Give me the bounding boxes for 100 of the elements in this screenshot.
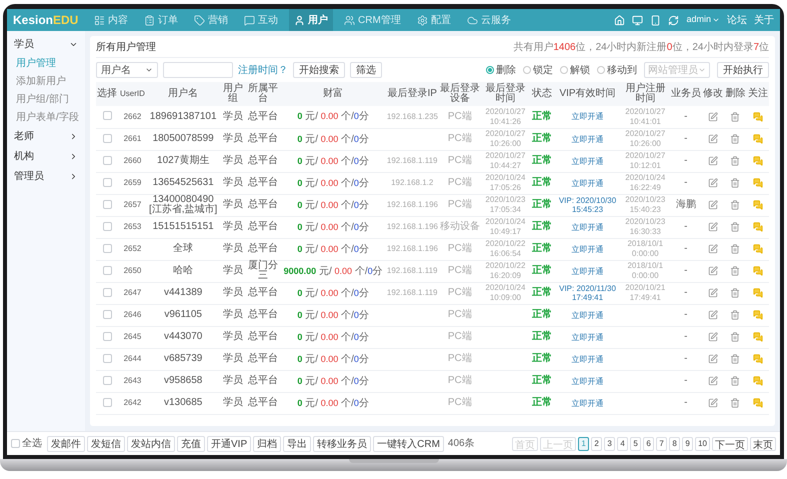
select-all-checkbox[interactable] — [11, 439, 20, 448]
top-link[interactable]: 关于 — [754, 12, 774, 28]
row-checkbox[interactable] — [102, 288, 112, 296]
vip-link[interactable]: 立即开通 — [555, 244, 620, 254]
vip-link[interactable]: 立即开通 — [555, 134, 620, 144]
row-checkbox[interactable] — [102, 178, 112, 186]
vip-link[interactable]: 立即开通 — [555, 112, 620, 122]
monitor-icon[interactable] — [632, 14, 644, 26]
date-filter-link[interactable]: 注册时间？ — [238, 62, 288, 78]
radio-button[interactable] — [597, 66, 605, 74]
nav-item[interactable]: 订单 — [139, 9, 183, 31]
page-button[interactable]: 末页 — [750, 436, 776, 450]
nav-item[interactable]: 互动 — [239, 9, 283, 31]
vip-link[interactable]: 立即开通 — [555, 332, 620, 342]
chat-icon[interactable] — [752, 376, 763, 386]
vip-link[interactable]: 立即开通 — [555, 310, 620, 320]
row-checkbox[interactable] — [102, 156, 112, 164]
edit-icon[interactable] — [708, 310, 718, 320]
edit-icon[interactable] — [708, 398, 718, 408]
edit-icon[interactable] — [708, 288, 718, 298]
sidebar-group[interactable]: 学员 — [7, 34, 85, 54]
execute-button[interactable]: 开始执行 — [717, 62, 769, 78]
delete-icon[interactable] — [730, 398, 740, 408]
row-checkbox[interactable] — [102, 266, 112, 274]
chat-icon[interactable] — [752, 354, 763, 364]
delete-icon[interactable] — [730, 376, 740, 386]
user-menu[interactable]: admin — [686, 13, 720, 27]
delete-icon[interactable] — [730, 288, 740, 298]
field-select[interactable]: 用户名 — [96, 62, 158, 78]
chat-icon[interactable] — [752, 244, 763, 254]
edit-icon[interactable] — [708, 266, 718, 276]
sidebar-group[interactable]: 机构 — [7, 146, 85, 166]
action-button[interactable]: 发站内信 — [127, 436, 175, 452]
chat-icon[interactable] — [752, 200, 763, 210]
sidebar-item[interactable]: 添加新用户 — [7, 72, 85, 90]
edit-icon[interactable] — [708, 200, 718, 210]
row-checkbox[interactable] — [102, 222, 112, 230]
sidebar-item[interactable]: 用户管理 — [7, 54, 85, 72]
vip-link[interactable]: 立即开通 — [555, 266, 620, 276]
edit-icon[interactable] — [708, 332, 718, 342]
page-button[interactable]: 7 — [656, 436, 668, 450]
chat-icon[interactable] — [752, 332, 763, 342]
sidebar-group[interactable]: 管理员 — [7, 166, 85, 186]
edit-icon[interactable] — [708, 354, 718, 364]
delete-icon[interactable] — [730, 266, 740, 276]
vip-link[interactable]: VIP: 2020/10/30 15:45:23 — [555, 196, 620, 214]
delete-icon[interactable] — [730, 354, 740, 364]
radio-button[interactable] — [486, 66, 494, 74]
page-button[interactable]: 5 — [630, 436, 642, 450]
nav-item[interactable]: 云服务 — [462, 9, 516, 31]
chat-icon[interactable] — [752, 112, 763, 122]
delete-icon[interactable] — [730, 200, 740, 210]
sidebar-item[interactable]: 用户表单/字段 — [7, 108, 85, 126]
search-field[interactable] — [163, 62, 233, 78]
action-button[interactable]: 导出 — [283, 436, 312, 452]
home-icon[interactable] — [614, 14, 626, 26]
delete-icon[interactable] — [730, 112, 740, 122]
radio-button[interactable] — [560, 66, 568, 74]
radio-button[interactable] — [523, 66, 531, 74]
row-checkbox[interactable] — [102, 398, 112, 406]
nav-item[interactable]: 内容 — [89, 9, 133, 31]
vip-link[interactable]: 立即开通 — [555, 376, 620, 386]
edit-icon[interactable] — [708, 222, 718, 232]
vip-link[interactable]: VIP: 2020/11/30 17:49:41 — [555, 284, 620, 302]
delete-icon[interactable] — [730, 222, 740, 232]
delete-icon[interactable] — [730, 134, 740, 144]
page-button[interactable]: 10 — [695, 436, 710, 450]
action-button[interactable]: 充值 — [177, 436, 205, 452]
action-button[interactable]: 归档 — [253, 436, 282, 452]
chat-icon[interactable] — [752, 134, 763, 144]
nav-item[interactable]: 配置 — [412, 9, 456, 31]
vip-link[interactable]: 立即开通 — [555, 222, 620, 232]
page-button[interactable]: 3 — [604, 436, 616, 450]
delete-icon[interactable] — [730, 178, 740, 188]
sidebar-item[interactable]: 用户组/部门 — [7, 90, 85, 108]
nav-item[interactable]: CRM管理 — [339, 9, 406, 31]
edit-icon[interactable] — [708, 244, 718, 254]
edit-icon[interactable] — [708, 376, 718, 386]
top-link[interactable]: 论坛 — [727, 12, 747, 28]
delete-icon[interactable] — [730, 310, 740, 320]
page-button[interactable]: 2 — [591, 436, 602, 450]
page-button[interactable]: 8 — [669, 436, 680, 450]
action-button[interactable]: 转移业务员 — [313, 436, 372, 452]
page-button[interactable]: 1 — [578, 436, 590, 450]
chat-icon[interactable] — [752, 266, 763, 276]
search-button[interactable]: 筛选 — [350, 62, 382, 78]
edit-icon[interactable] — [708, 112, 718, 122]
chat-icon[interactable] — [752, 288, 763, 298]
delete-icon[interactable] — [730, 156, 740, 166]
edit-icon[interactable] — [708, 134, 718, 144]
action-button[interactable]: 开通VIP — [207, 436, 252, 452]
edit-icon[interactable] — [708, 178, 718, 188]
vip-link[interactable]: 立即开通 — [555, 398, 620, 408]
vip-link[interactable]: 立即开通 — [555, 354, 620, 364]
page-button[interactable]: 9 — [682, 436, 694, 450]
refresh-icon[interactable] — [668, 14, 680, 26]
nav-item[interactable]: 营销 — [189, 9, 233, 31]
row-checkbox[interactable] — [102, 310, 112, 318]
chat-icon[interactable] — [752, 310, 763, 320]
vip-link[interactable]: 立即开通 — [555, 178, 620, 188]
